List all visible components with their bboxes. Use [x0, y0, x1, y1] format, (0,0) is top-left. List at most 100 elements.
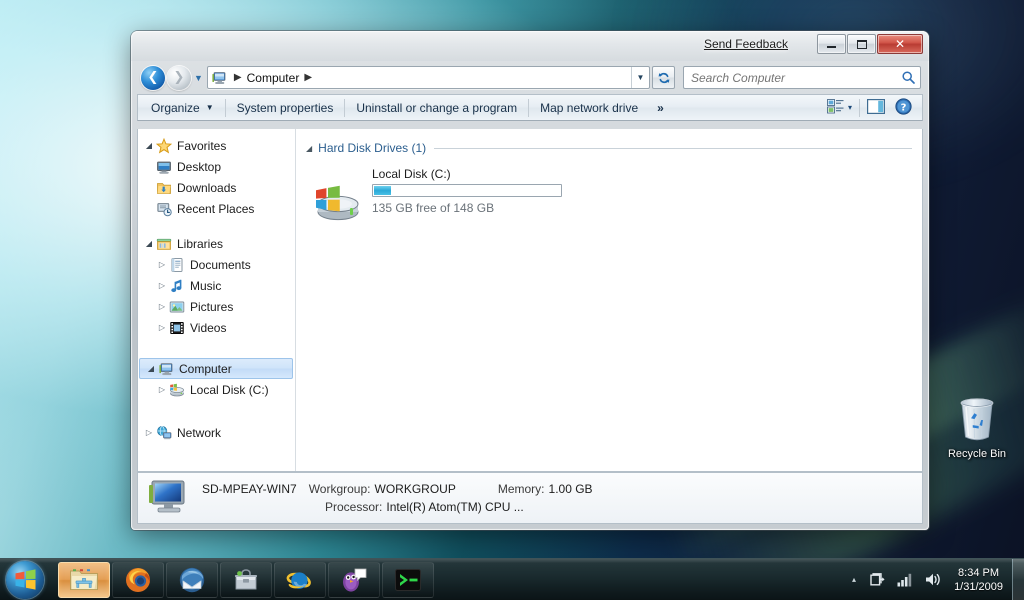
recent-pages-chevron-down-icon[interactable]: ▼ — [194, 73, 203, 83]
group-header-hard-disk-drives[interactable]: ◢ Hard Disk Drives (1) — [306, 139, 922, 157]
organize-button[interactable]: Organize ▼ — [142, 96, 223, 119]
search-icon[interactable] — [901, 70, 916, 85]
expander-open-icon[interactable]: ◢ — [142, 239, 156, 248]
explorer-window[interactable]: Send Feedback ✕ ❮ ❯ ▼ ▶ Computer ▶ ▼ Sea… — [131, 31, 929, 530]
toolbar-overflow-button[interactable]: » — [647, 96, 674, 119]
breadcrumb-separator-icon[interactable]: ▶ — [299, 72, 317, 83]
music-icon — [169, 278, 185, 294]
details-row-1: SD-MPEAY-WIN7 Workgroup: WORKGROUP Memor… — [202, 480, 593, 498]
taskbar-item-pidgin[interactable] — [328, 561, 380, 598]
sidebar-item-favorites[interactable]: ◢ Favorites — [138, 135, 295, 156]
sidebar-item-recent-places[interactable]: Recent Places — [138, 198, 295, 219]
drive-tile-local-disk-c[interactable]: Local Disk (C:) 135 GB free of 148 GB — [306, 167, 922, 223]
expander-closed-icon[interactable]: ▷ — [155, 281, 169, 290]
memory-value: 1.00 GB — [548, 482, 593, 496]
computer-name-value: SD-MPEAY-WIN7 — [202, 482, 297, 496]
expander-closed-icon[interactable]: ▷ — [155, 302, 169, 311]
send-feedback-link[interactable]: Send Feedback — [704, 37, 788, 51]
sidebar-item-label: Network — [177, 425, 222, 440]
recycle-bin-icon — [953, 393, 1001, 445]
help-button[interactable]: ? — [890, 96, 917, 119]
sidebar-item-libraries[interactable]: ◢ Libraries — [138, 233, 295, 254]
sidebar-item-network[interactable]: ▷ Network — [138, 422, 295, 443]
address-dropdown-chevron-down-icon[interactable]: ▼ — [631, 67, 649, 88]
forward-button[interactable]: ❯ — [167, 65, 191, 90]
sidebar-item-videos[interactable]: ▷ Videos — [138, 317, 295, 338]
maximize-button[interactable] — [847, 34, 876, 54]
sidebar-item-label: Recent Places — [177, 201, 255, 216]
preview-pane-icon — [867, 98, 885, 117]
sidebar-item-local-disk-c[interactable]: ▷ Local Disk (C:) — [138, 379, 295, 400]
action-center-icon[interactable] — [863, 572, 891, 588]
taskbar-item-terminal[interactable] — [382, 561, 434, 598]
tray-expander-chevron-up-icon[interactable]: ▴ — [845, 575, 863, 584]
expander-open-icon[interactable]: ◢ — [142, 141, 156, 150]
system-tray: ▴ 8:34 PM 1/31/2009 — [845, 558, 1024, 600]
firefox-icon — [126, 567, 150, 592]
file-list-pane[interactable]: ◢ Hard Disk Drives (1) Local Disk (C:) 1… — [296, 129, 922, 471]
command-toolbar: Organize ▼ System properties Uninstall o… — [137, 94, 923, 121]
volume-icon[interactable] — [919, 572, 948, 587]
drive-free-space-text: 135 GB free of 148 GB — [372, 201, 495, 215]
map-network-drive-button[interactable]: Map network drive — [531, 96, 647, 119]
sidebar-item-label: Documents — [190, 257, 251, 272]
breadcrumb[interactable]: ▶ Computer ▶ ▼ — [206, 66, 650, 89]
taskbar-item-thunderbird[interactable] — [166, 561, 218, 598]
change-view-button[interactable]: ▾ — [822, 96, 857, 119]
memory-label: Memory: — [497, 482, 545, 496]
minimize-button[interactable] — [817, 34, 846, 54]
view-chevron-down-icon: ▾ — [847, 103, 852, 112]
taskbar-item-toolbox[interactable] — [220, 561, 272, 598]
preview-pane-button[interactable] — [862, 96, 890, 119]
start-button[interactable] — [0, 560, 50, 600]
sidebar-item-downloads[interactable]: Downloads — [138, 177, 295, 198]
navigation-pane[interactable]: ◢ Favorites Desktop Downloads Recent Pla… — [138, 129, 296, 471]
expander-closed-icon[interactable]: ▷ — [142, 428, 156, 437]
search-input[interactable] — [691, 70, 901, 85]
breadcrumb-item-computer[interactable]: Computer — [247, 71, 300, 85]
sidebar-item-label: Desktop — [177, 159, 222, 174]
refresh-icon — [658, 72, 669, 83]
taskbar[interactable]: ▴ 8:34 PM 1/31/2009 — [0, 558, 1024, 600]
sidebar-item-label: Videos — [190, 320, 227, 335]
breadcrumb-separator-icon: ▶ — [233, 72, 242, 83]
computer-icon — [158, 361, 174, 377]
back-button[interactable]: ❮ — [141, 65, 165, 90]
expander-open-icon[interactable]: ◢ — [144, 364, 158, 373]
sidebar-item-computer[interactable]: ◢ Computer — [139, 358, 293, 379]
expander-closed-icon[interactable]: ▷ — [155, 385, 169, 394]
expander-closed-icon[interactable]: ▷ — [155, 260, 169, 269]
close-button[interactable]: ✕ — [877, 34, 923, 54]
refresh-button[interactable] — [652, 66, 675, 89]
search-box[interactable] — [683, 66, 921, 89]
group-expander-open-icon[interactable]: ◢ — [306, 144, 312, 153]
clock[interactable]: 8:34 PM 1/31/2009 — [948, 566, 1012, 594]
organize-label: Organize — [151, 100, 200, 115]
sidebar-item-desktop[interactable]: Desktop — [138, 156, 295, 177]
toolbar-separator — [344, 98, 346, 117]
details-row-2: Processor: Intel(R) Atom(TM) CPU ... — [202, 498, 593, 516]
expander-closed-icon[interactable]: ▷ — [155, 323, 169, 332]
sidebar-item-label: Libraries — [177, 236, 224, 251]
system-properties-button[interactable]: System properties — [228, 96, 343, 119]
recycle-bin-desktop-icon[interactable]: Recycle Bin — [940, 393, 1014, 460]
sidebar-item-label: Music — [190, 278, 222, 293]
sidebar-item-pictures[interactable]: ▷ Pictures — [138, 296, 295, 317]
uninstall-or-change-program-button[interactable]: Uninstall or change a program — [347, 96, 526, 119]
sidebar-item-documents[interactable]: ▷ Documents — [138, 254, 295, 275]
workgroup-label: Workgroup: — [308, 482, 371, 496]
desktop[interactable]: Recycle Bin Send Feedback ✕ ❮ ❯ ▼ ▶ Comp… — [0, 0, 1024, 600]
window-controls: ✕ — [817, 34, 923, 54]
taskbar-item-windows-explorer[interactable] — [58, 561, 110, 598]
taskbar-item-internet-explorer[interactable] — [274, 561, 326, 598]
title-bar[interactable]: Send Feedback ✕ — [131, 31, 929, 61]
taskbar-item-firefox[interactable] — [112, 561, 164, 598]
show-desktop-button[interactable] — [1012, 558, 1024, 600]
help-icon: ? — [895, 97, 912, 118]
chevron-down-icon: ▼ — [205, 103, 214, 112]
sidebar-item-music[interactable]: ▷ Music — [138, 275, 295, 296]
star-icon — [155, 137, 173, 154]
drive-capacity-bar-fill — [374, 186, 391, 195]
network-signal-icon[interactable] — [891, 573, 919, 587]
drive-capacity-bar — [372, 184, 562, 197]
